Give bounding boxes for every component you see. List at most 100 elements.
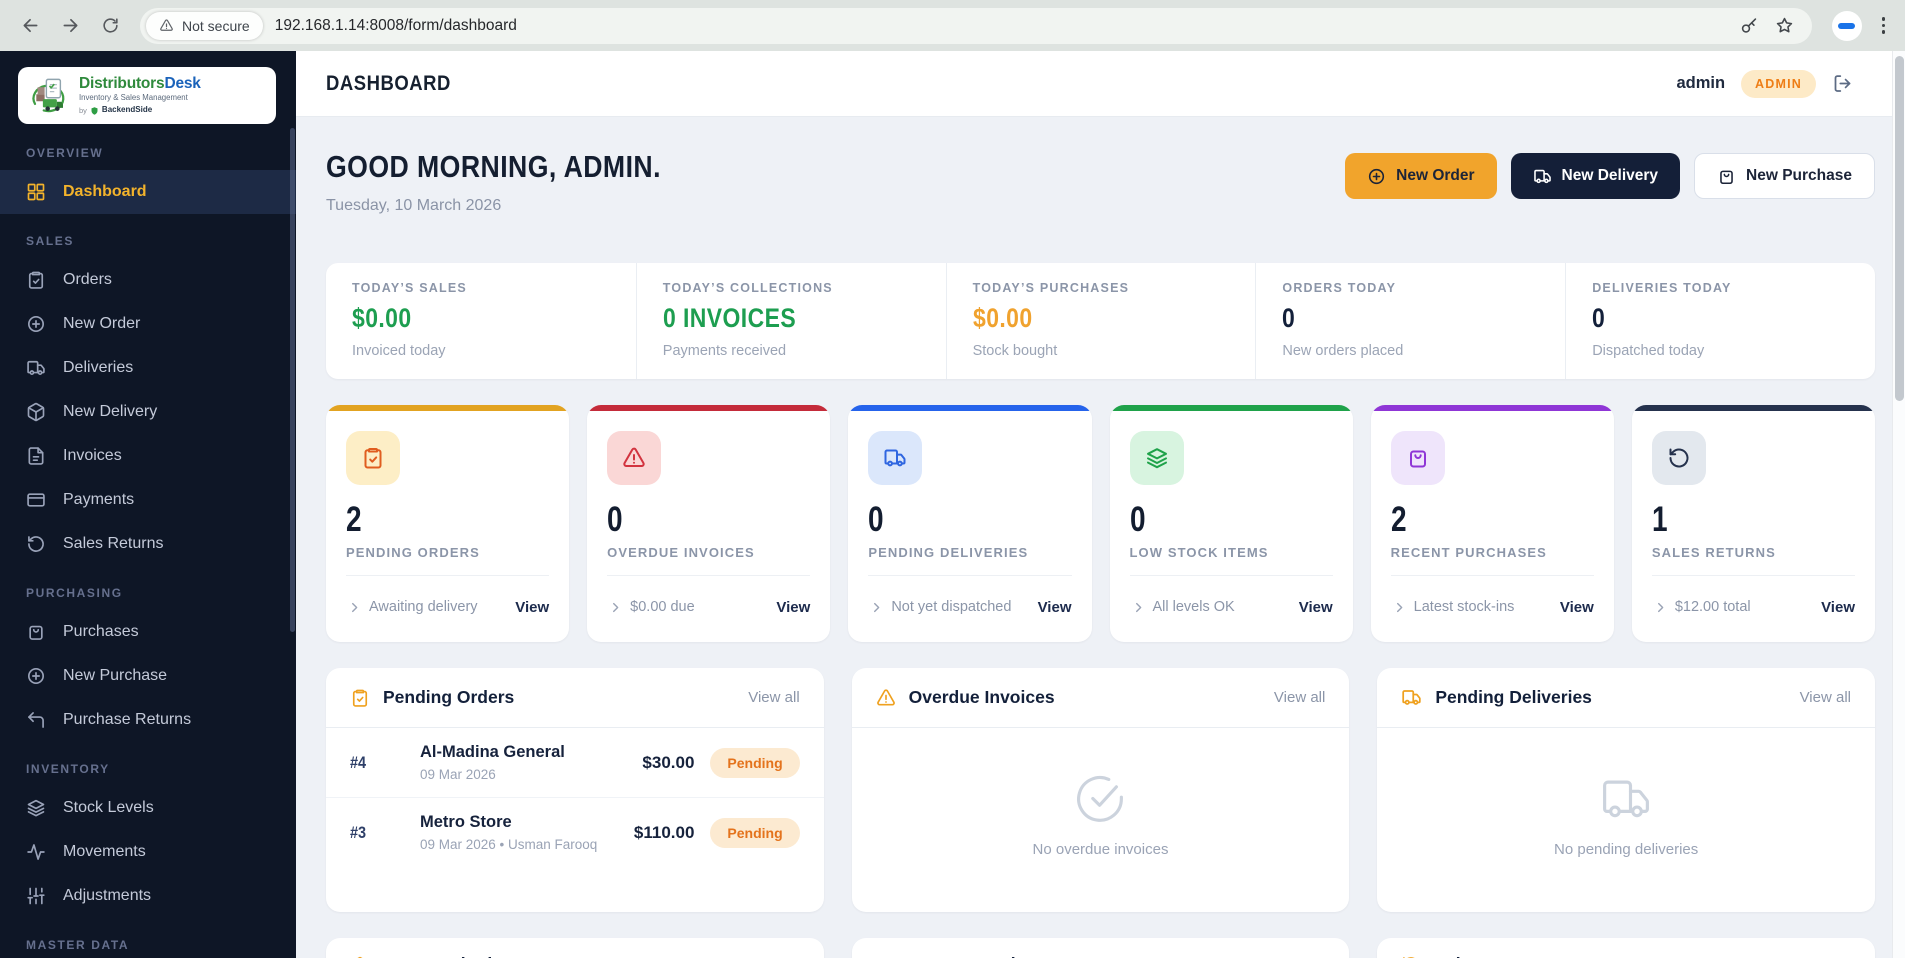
sidebar-item-new-purchase[interactable]: New Purchase — [0, 654, 296, 698]
kpi-label: SALES RETURNS — [1652, 545, 1855, 560]
sidebar-item-label: Orders — [63, 271, 112, 289]
new-purchase-button[interactable]: New Purchase — [1694, 153, 1875, 199]
stat-label: TODAY’S PURCHASES — [973, 281, 1230, 295]
logout-button[interactable] — [1832, 73, 1853, 94]
app-logo[interactable]: DistributorsDesk Inventory & Sales Manag… — [18, 67, 276, 124]
shopping-bag-icon — [1406, 446, 1430, 470]
sidebar-item-dashboard[interactable]: Dashboard — [0, 170, 296, 214]
view-all-link[interactable]: View all — [1274, 689, 1325, 706]
truck-icon — [1599, 772, 1653, 826]
customer-name: Al-Madina General — [420, 743, 565, 761]
panel-title: Sales Returns — [1434, 954, 1551, 958]
stat-value: 0 — [1592, 303, 1810, 334]
browser-profile-avatar[interactable] — [1832, 11, 1862, 41]
rotate-ccw-icon — [26, 534, 46, 554]
view-all-link[interactable]: View all — [748, 689, 799, 706]
sidebar-item-payments[interactable]: Payments — [0, 478, 296, 522]
panel-recent-purchases: Recent Purchases View all — [852, 938, 1350, 958]
new-delivery-button[interactable]: New Delivery — [1511, 153, 1681, 199]
sidebar-item-purchases[interactable]: Purchases — [0, 610, 296, 654]
warning-icon — [159, 18, 174, 33]
kpi-note: $12.00 total — [1675, 598, 1815, 616]
sidebar-item-invoices[interactable]: Invoices — [0, 434, 296, 478]
bookmark-star-icon[interactable] — [1775, 16, 1794, 35]
button-label: New Order — [1396, 167, 1474, 185]
kpi-card-overdue-invoices: 0 OVERDUE INVOICES $0.00 due View — [587, 405, 830, 642]
pending-orders-panel: Pending Orders View all #4 Al-Madina Gen… — [326, 668, 824, 912]
kpi-label: PENDING DELIVERIES — [868, 545, 1071, 560]
browser-reload-button[interactable] — [92, 8, 128, 44]
order-amount: $110.00 — [634, 823, 695, 843]
security-label: Not secure — [182, 18, 250, 34]
nav-section-master-data: MASTER DATA — [26, 938, 270, 952]
activity-icon — [26, 842, 46, 862]
password-key-icon[interactable] — [1740, 16, 1759, 35]
kpi-card-pending-deliveries: 0 PENDING DELIVERIES Not yet dispatched … — [848, 405, 1091, 642]
corner-up-left-icon — [26, 710, 46, 730]
sidebar-item-movements[interactable]: Movements — [0, 830, 296, 874]
stat-subtext: Invoiced today — [352, 343, 610, 359]
sidebar-item-sales-returns[interactable]: Sales Returns — [0, 522, 296, 566]
kpi-view-link[interactable]: View — [1038, 599, 1072, 616]
kpi-view-link[interactable]: View — [515, 599, 549, 616]
new-order-button[interactable]: New Order — [1345, 153, 1496, 199]
divider — [1391, 575, 1594, 576]
greeting-date: Tuesday, 10 March 2026 — [326, 197, 715, 215]
sidebar-item-adjustments[interactable]: Adjustments — [0, 874, 296, 918]
stat-label: TODAY’S SALES — [352, 281, 610, 295]
kpi-note: All levels OK — [1153, 598, 1293, 616]
rotate-ccw-icon — [1401, 955, 1421, 958]
browser-forward-button[interactable] — [52, 8, 88, 44]
order-row[interactable]: #4 Al-Madina General 09 Mar 2026 $30.00 … — [326, 728, 824, 798]
kpi-view-link[interactable]: View — [1560, 599, 1594, 616]
browser-back-button[interactable] — [12, 8, 48, 44]
customer-name: Metro Store — [420, 813, 512, 831]
check-circle-icon — [1073, 772, 1127, 826]
kpi-label: PENDING ORDERS — [346, 545, 549, 560]
truck-icon — [883, 446, 907, 470]
sidebar-item-orders[interactable]: Orders — [0, 258, 296, 302]
browser-menu-button[interactable] — [1874, 17, 1894, 34]
order-meta: 09 Mar 2026 • Usman Farooq — [420, 837, 622, 852]
truck-icon — [1401, 687, 1422, 708]
page-scrollbar[interactable] — [1892, 51, 1905, 958]
kpi-label: RECENT PURCHASES — [1391, 545, 1594, 560]
sidebar-scrollbar[interactable] — [290, 128, 295, 632]
sidebar-item-label: Sales Returns — [63, 535, 164, 553]
scrollbar-thumb[interactable] — [1895, 56, 1904, 401]
sidebar-item-stock-levels[interactable]: Stock Levels — [0, 786, 296, 830]
clipboard-check-icon — [361, 446, 385, 470]
truck-icon — [1533, 167, 1552, 186]
sliders-icon — [26, 886, 46, 906]
chevron-right-icon — [868, 599, 885, 616]
plus-circle-icon — [26, 666, 46, 686]
sidebar-item-new-order[interactable]: New Order — [0, 302, 296, 346]
nav-section-purchasing: PURCHASING — [26, 586, 270, 600]
plus-circle-icon — [26, 314, 46, 334]
profile-glyph — [1838, 23, 1855, 29]
order-amount: $30.00 — [642, 753, 694, 773]
empty-text: No overdue invoices — [1033, 841, 1169, 858]
security-chip[interactable]: Not secure — [146, 12, 263, 40]
sidebar-item-deliveries[interactable]: Deliveries — [0, 346, 296, 390]
sidebar-item-purchase-returns[interactable]: Purchase Returns — [0, 698, 296, 742]
kpi-icon-box — [1130, 431, 1184, 485]
view-all-link[interactable]: View all — [1800, 689, 1851, 706]
sidebar-item-label: Adjustments — [63, 887, 151, 905]
address-bar[interactable]: Not secure 192.168.1.14:8008/form/dashbo… — [140, 8, 1812, 44]
sidebar-item-new-delivery[interactable]: New Delivery — [0, 390, 296, 434]
order-id: #4 — [350, 753, 387, 773]
stat-todays-sales: TODAY’S SALES $0.00 Invoiced today — [326, 263, 636, 379]
order-row[interactable]: #3 Metro Store 09 Mar 2026 • Usman Faroo… — [326, 798, 824, 867]
kpi-view-link[interactable]: View — [1821, 599, 1855, 616]
kpi-icon-box — [1391, 431, 1445, 485]
panel-sales-returns: Sales Returns View all — [1377, 938, 1875, 958]
top-header: DASHBOARD admin ADMIN — [296, 51, 1905, 117]
kpi-view-link[interactable]: View — [776, 599, 810, 616]
order-meta: 09 Mar 2026 — [420, 767, 630, 782]
shopping-bag-icon — [26, 622, 46, 642]
kpi-view-link[interactable]: View — [1299, 599, 1333, 616]
kpi-value: 0 — [868, 500, 1031, 540]
empty-state: No pending deliveries — [1377, 728, 1875, 912]
chevron-right-icon — [607, 599, 624, 616]
